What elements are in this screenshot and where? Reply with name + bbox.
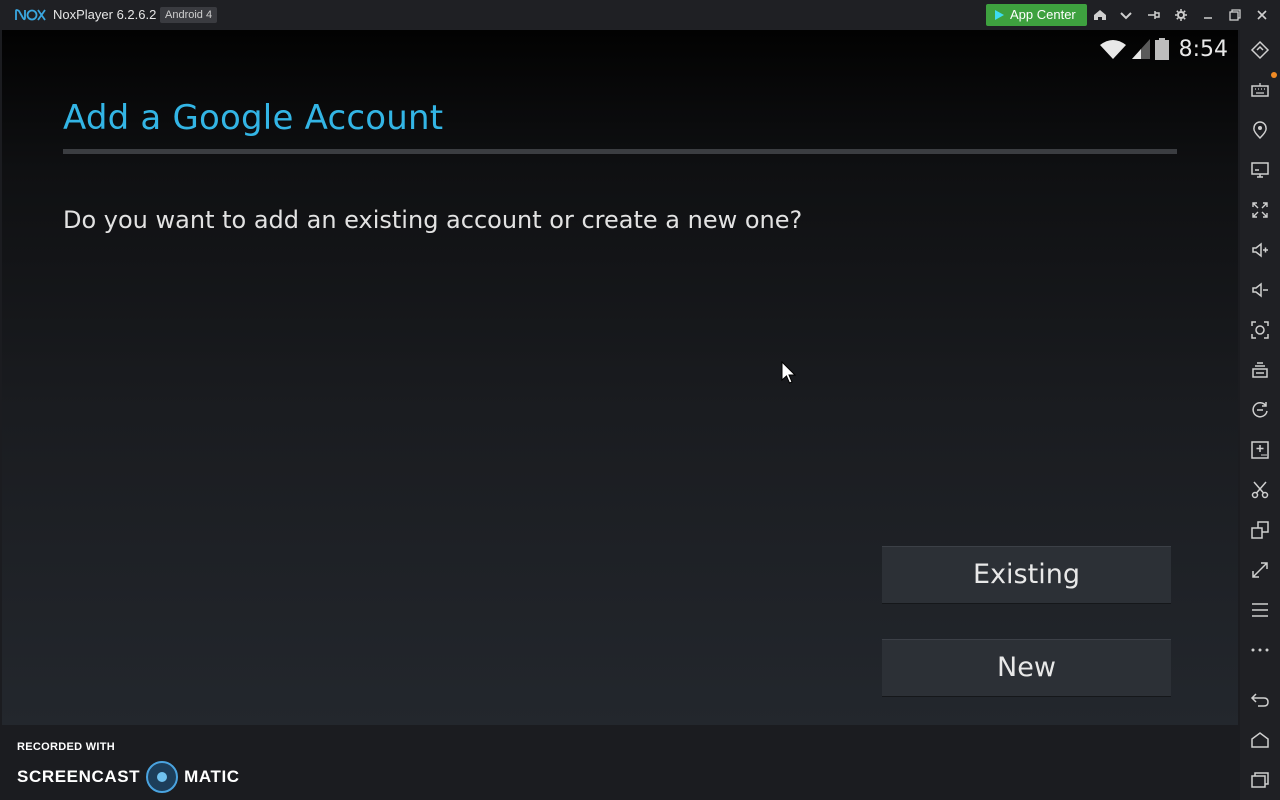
fullscreen-icon[interactable]: [1250, 200, 1270, 220]
back-icon[interactable]: [1250, 690, 1270, 710]
close-icon[interactable]: [1254, 7, 1270, 23]
restore-icon[interactable]: [1227, 7, 1243, 23]
minimize-icon[interactable]: [1200, 7, 1216, 23]
dropdown-icon[interactable]: [1118, 7, 1134, 23]
notification-dot: [1271, 72, 1277, 78]
rotate-icon[interactable]: [1250, 40, 1270, 60]
recording-watermark: RECORDED WITH SCREENCAST MATIC: [0, 725, 1240, 800]
dialog-question: Do you want to add an existing account o…: [63, 206, 803, 234]
app-center-label: App Center: [1010, 7, 1076, 22]
signal-icon: [1131, 39, 1150, 59]
play-store-icon: [995, 10, 1004, 20]
record-dot-icon: [146, 761, 179, 793]
multi-window-icon[interactable]: [1250, 520, 1270, 540]
mouse-cursor-icon: [781, 361, 797, 384]
screenshot-icon[interactable]: [1250, 320, 1270, 340]
settings-icon[interactable]: [1173, 7, 1189, 23]
scissors-icon[interactable]: [1250, 480, 1270, 500]
screencast-matic-logo: SCREENCAST MATIC: [17, 761, 240, 793]
emulator-sidebar: [1240, 30, 1280, 800]
app-title: NoxPlayer 6.2.6.2: [53, 7, 157, 22]
more-icon[interactable]: [1250, 640, 1270, 660]
screen-icon[interactable]: [1250, 160, 1270, 180]
title-divider: [63, 149, 1177, 154]
sync-icon[interactable]: [1250, 400, 1270, 420]
volume-down-icon[interactable]: [1250, 280, 1270, 300]
expand-icon[interactable]: [1250, 560, 1270, 580]
new-account-button[interactable]: New: [882, 639, 1171, 697]
status-clock: 8:54: [1178, 36, 1228, 62]
nox-logo-icon: [15, 9, 46, 21]
wifi-icon: [1099, 40, 1126, 59]
add-apk-icon[interactable]: [1250, 440, 1270, 460]
brand-right-text: MATIC: [184, 767, 240, 786]
keyboard-icon[interactable]: [1250, 80, 1270, 100]
multi-instance-icon[interactable]: [1250, 360, 1270, 380]
app-center-button[interactable]: App Center: [986, 4, 1087, 26]
window-titlebar: NoxPlayer 6.2.6.2 Android 4 App Center: [0, 0, 1280, 30]
page-title: Add a Google Account: [63, 98, 444, 138]
android-home-icon[interactable]: [1250, 730, 1270, 750]
recorded-with-label: RECORDED WITH: [17, 741, 116, 753]
recent-apps-icon[interactable]: [1250, 770, 1270, 790]
home-icon[interactable]: [1092, 7, 1108, 23]
location-icon[interactable]: [1250, 120, 1270, 140]
status-bar: 8:54: [1099, 36, 1228, 62]
brand-left-text: SCREENCAST: [17, 767, 141, 786]
pin-icon[interactable]: [1145, 7, 1161, 23]
battery-icon: [1154, 38, 1169, 60]
android-version-badge: Android 4: [160, 7, 218, 23]
android-screen[interactable]: 8:54 Add a Google Account Do you want to…: [2, 30, 1238, 725]
menu-icon[interactable]: [1250, 600, 1270, 620]
existing-account-button[interactable]: Existing: [882, 546, 1171, 604]
volume-up-icon[interactable]: [1250, 240, 1270, 260]
